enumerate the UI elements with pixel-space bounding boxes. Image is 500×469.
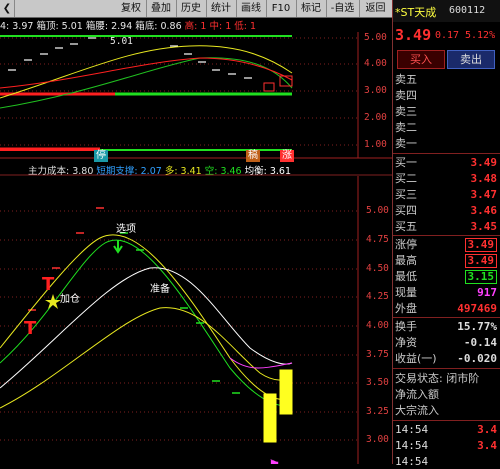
legend-balance: 均衡: 3.61 <box>244 166 291 177</box>
bottom-y-tick-3: 4.25 <box>366 291 389 302</box>
return-button[interactable]: 返回 <box>359 0 393 17</box>
top-y-tick-1: 4.00 <box>364 58 387 69</box>
stat-low: 最低 3.15 <box>393 269 500 284</box>
bottom-y-tick-5: 3.75 <box>366 349 389 360</box>
stats-button[interactable]: 统计 <box>206 0 237 17</box>
t-marker-2: T <box>42 274 55 295</box>
down-arrow-icon <box>113 240 123 254</box>
tick-row-3: 14:54 <box>395 455 429 468</box>
stat-turnover: 换手 15.77% <box>395 320 497 333</box>
annotation-zhunbei: 准备 <box>150 284 170 295</box>
ask-row-4: 卖四 <box>395 89 417 102</box>
stat-earnings: 收益(一) -0.020 <box>395 352 497 365</box>
bottom-green-dashes <box>120 232 240 394</box>
stat-limit-up: 涨停 3.49 <box>393 237 500 252</box>
stock-code: 600112 <box>449 5 486 16</box>
annotation-xuanxiang: 选项 <box>116 224 136 235</box>
bottom-y-tick-6: 3.50 <box>366 377 389 388</box>
bottom-y-tick-2: 4.50 <box>366 263 389 274</box>
quote-header: *ST天成 600112 <box>393 0 500 22</box>
bid-row-4: 买四 3.46 <box>395 204 497 217</box>
stat-volume: 现量 917 <box>395 286 497 299</box>
flag-icon: ⚑ <box>268 458 281 464</box>
back-arrow-icon[interactable]: ❮ <box>0 0 15 17</box>
bid-row-2: 买二 3.48 <box>395 172 497 185</box>
ask-row-3: 卖三 <box>395 105 417 118</box>
quote-panel: *ST天成 600112 3.49 0.17 5.12% 买入 卖出 卖五 卖四… <box>392 0 500 468</box>
bottom-grid <box>0 210 358 441</box>
top-y-tick-2: 3.00 <box>364 85 387 96</box>
legend-long: 多: 3.41 <box>164 166 202 177</box>
bid-row-5: 买五 3.45 <box>395 220 497 233</box>
stat-high: 最高 3.49 <box>393 253 500 268</box>
annotation-jiacang: 加仓 <box>60 294 80 305</box>
bottom-y-tick-1: 4.75 <box>366 234 389 245</box>
candle-1 <box>263 393 277 443</box>
history-button[interactable]: 历史 <box>176 0 207 17</box>
net-inflow: 净流入额 <box>395 388 439 401</box>
tick-row-2: 14:54 3.4 <box>395 439 497 452</box>
draw-line-button[interactable]: 画线 <box>236 0 267 17</box>
ma-magenta <box>229 357 293 369</box>
ma-yellow-1 <box>0 234 293 401</box>
top-y-tick-0: 5.00 <box>364 32 387 43</box>
box-top-label: 5.01 <box>110 36 133 47</box>
t-marker-1: T <box>24 318 37 339</box>
marker-stop: 停 <box>94 150 108 162</box>
candle-2 <box>279 369 293 415</box>
tick-row-1: 14:54 3.4 <box>395 423 497 436</box>
marker-draft: 稿 <box>246 150 260 162</box>
buy-button[interactable]: 买入 <box>397 50 445 69</box>
bottom-y-tick-0: 5.00 <box>366 205 389 216</box>
ask-row-2: 卖二 <box>395 121 417 134</box>
overlay-button[interactable]: 叠加 <box>146 0 177 17</box>
bottom-y-tick-4: 4.00 <box>366 320 389 331</box>
ask-row-5: 卖五 <box>395 73 417 86</box>
mark-button[interactable]: 标记 <box>296 0 327 17</box>
marker-up: 涨 <box>280 150 294 162</box>
bottom-y-tick-7: 3.25 <box>366 406 389 417</box>
block-inflow: 大宗流入 <box>395 404 439 417</box>
fuquan-button[interactable]: 复权 <box>116 0 147 17</box>
top-y-tick-4: 1.00 <box>364 139 387 150</box>
stat-outer: 外盘 497469 <box>395 302 497 315</box>
chart-svg: ⚑ <box>0 32 392 464</box>
ma-yellow-2 <box>0 307 293 409</box>
legend-main-cost: 主力成本: 3.80 <box>28 166 94 177</box>
sell-button[interactable]: 卖出 <box>447 50 495 69</box>
price-change: 0.17 <box>435 30 460 41</box>
bottom-legend: 主力成本: 3.80 短期支撑: 2.07 多: 3.41 空: 3.46 均衡… <box>28 163 291 177</box>
chart-area[interactable]: 4: 3.97 箱顶: 5.01 箱腰: 2.94 箱底: 0.86 高: 1 … <box>0 18 392 464</box>
top-y-tick-3: 2.00 <box>364 112 387 123</box>
f10-button[interactable]: F10 <box>266 0 297 17</box>
top-grid <box>0 37 358 146</box>
legend-short: 空: 3.46 <box>204 166 242 177</box>
trade-state: 交易状态: 闭市阶 <box>395 372 480 385</box>
top-candle-1 <box>263 82 275 92</box>
stock-name: *ST天成 <box>395 6 437 19</box>
bottom-y-tick-8: 3.00 <box>366 434 389 445</box>
bid-row-1: 买一 3.49 <box>395 156 497 169</box>
legend-short-support: 短期支撑: 2.07 <box>96 166 162 177</box>
ask-row-1: 卖一 <box>395 137 417 150</box>
favorite-button[interactable]: -自选 <box>326 0 360 17</box>
stat-net-assets: 净资 -0.14 <box>395 336 497 349</box>
last-price: 3.49 <box>395 26 432 44</box>
price-change-pct: 5.12% <box>465 30 496 41</box>
bid-row-3: 买三 3.47 <box>395 188 497 201</box>
